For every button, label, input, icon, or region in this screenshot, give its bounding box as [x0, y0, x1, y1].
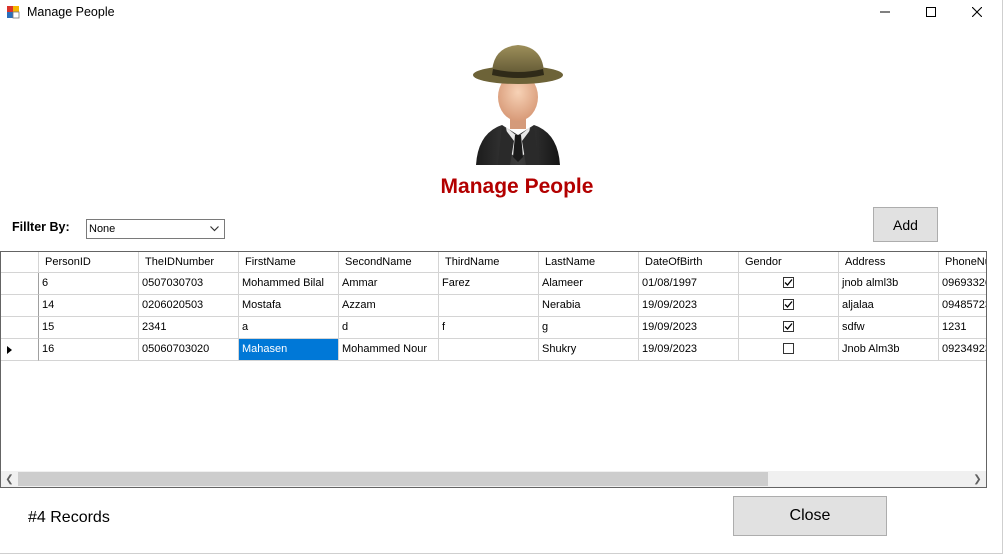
horizontal-scrollbar[interactable]: ❮ ❯	[1, 471, 986, 487]
column-header[interactable]: LastName	[539, 252, 639, 273]
current-row-arrow-icon	[7, 346, 12, 354]
cell-date-of-birth[interactable]: 01/08/1997	[639, 273, 739, 295]
cell-person-id[interactable]: 6	[39, 273, 139, 295]
minimize-icon	[880, 11, 890, 13]
cell-last-name[interactable]: g	[539, 317, 639, 339]
close-icon	[972, 7, 982, 17]
cell-third-name[interactable]: Farez	[439, 273, 539, 295]
add-button[interactable]: Add	[873, 207, 938, 242]
cell-person-id[interactable]: 15	[39, 317, 139, 339]
cell-gendor[interactable]	[739, 317, 839, 339]
checkmark-icon	[784, 279, 793, 286]
row-header[interactable]	[1, 317, 39, 339]
cell-last-name[interactable]: Nerabia	[539, 295, 639, 317]
window-title: Manage People	[27, 5, 115, 19]
person-in-hat-icon	[473, 45, 563, 165]
cell-id-number[interactable]: 2341	[139, 317, 239, 339]
minimize-button[interactable]	[862, 0, 908, 24]
cell-date-of-birth[interactable]: 19/09/2023	[639, 295, 739, 317]
cell-first-name[interactable]: Mohammed Bilal	[239, 273, 339, 295]
gendor-checkbox[interactable]	[783, 321, 794, 332]
manage-people-window: Manage People Manage People Fillter By: …	[0, 0, 1003, 554]
cell-gendor[interactable]	[739, 273, 839, 295]
row-header[interactable]	[1, 295, 39, 317]
table-row[interactable]: 14 0206020503 Mostafa Azzam Nerabia 19/0…	[1, 295, 986, 317]
cell-third-name[interactable]: f	[439, 317, 539, 339]
table-row[interactable]: 15 2341 a d f g 19/09/2023 sdfw 1231	[1, 317, 986, 339]
cell-phone[interactable]: 09234923	[939, 339, 986, 361]
page-title: Manage People	[0, 175, 1002, 199]
column-header[interactable]: PersonID	[39, 252, 139, 273]
filter-selected-value: None	[89, 223, 116, 235]
cell-first-name[interactable]: a	[239, 317, 339, 339]
window-close-button[interactable]	[954, 0, 1000, 24]
cell-last-name[interactable]: Alameer	[539, 273, 639, 295]
table-row-current[interactable]: 16 05060703020 Mahasen Mohammed Nour Shu…	[1, 339, 986, 361]
people-data-grid[interactable]: PersonID TheIDNumber FirstName SecondNam…	[0, 251, 987, 488]
cell-address[interactable]: aljalaa	[839, 295, 939, 317]
column-header[interactable]: PhoneNu	[939, 252, 986, 273]
scroll-left-icon[interactable]: ❮	[1, 471, 18, 487]
column-header[interactable]: ThirdName	[439, 252, 539, 273]
maximize-button[interactable]	[908, 0, 954, 24]
cell-third-name[interactable]	[439, 339, 539, 361]
filter-dropdown[interactable]: None	[86, 219, 225, 239]
cell-first-name[interactable]: Mostafa	[239, 295, 339, 317]
app-icon	[7, 6, 20, 19]
close-button[interactable]: Close	[733, 496, 887, 536]
row-header-current[interactable]	[1, 339, 39, 361]
column-header[interactable]: DateOfBirth	[639, 252, 739, 273]
row-header[interactable]	[1, 273, 39, 295]
cell-phone[interactable]: 1231	[939, 317, 986, 339]
cell-second-name[interactable]: Azzam	[339, 295, 439, 317]
column-header[interactable]: TheIDNumber	[139, 252, 239, 273]
cell-last-name[interactable]: Shukry	[539, 339, 639, 361]
page-title-text: Manage People	[440, 175, 594, 198]
cell-date-of-birth[interactable]: 19/09/2023	[639, 317, 739, 339]
row-header-corner	[1, 252, 39, 273]
cell-gendor[interactable]	[739, 339, 839, 361]
checkmark-icon	[784, 323, 793, 330]
chevron-down-icon	[210, 226, 219, 232]
cell-id-number[interactable]: 0206020503	[139, 295, 239, 317]
grid-header-row: PersonID TheIDNumber FirstName SecondNam…	[1, 252, 986, 273]
scroll-right-icon[interactable]: ❯	[969, 471, 986, 487]
cell-address[interactable]: Jnob Alm3b	[839, 339, 939, 361]
gendor-checkbox[interactable]	[783, 343, 794, 354]
cell-address[interactable]: sdfw	[839, 317, 939, 339]
cell-third-name[interactable]	[439, 295, 539, 317]
cell-date-of-birth[interactable]: 19/09/2023	[639, 339, 739, 361]
cell-address[interactable]: jnob alml3b	[839, 273, 939, 295]
maximize-icon	[926, 7, 936, 17]
cell-second-name[interactable]: d	[339, 317, 439, 339]
cell-id-number[interactable]: 0507030703	[139, 273, 239, 295]
cell-second-name[interactable]: Ammar	[339, 273, 439, 295]
cell-id-number[interactable]: 05060703020	[139, 339, 239, 361]
cell-phone[interactable]: 09485723	[939, 295, 986, 317]
scrollbar-thumb[interactable]	[18, 472, 768, 486]
column-header[interactable]: SecondName	[339, 252, 439, 273]
gendor-checkbox[interactable]	[783, 299, 794, 310]
column-header[interactable]: FirstName	[239, 252, 339, 273]
filter-label: Fillter By:	[12, 220, 70, 234]
column-header[interactable]: Gendor	[739, 252, 839, 273]
table-row[interactable]: 6 0507030703 Mohammed Bilal Ammar Farez …	[1, 273, 986, 295]
cell-person-id[interactable]: 16	[39, 339, 139, 361]
cell-first-name-selected[interactable]: Mahasen	[239, 339, 339, 361]
records-count: #4 Records	[28, 509, 110, 526]
cell-second-name[interactable]: Mohammed Nour	[339, 339, 439, 361]
gendor-checkbox[interactable]	[783, 277, 794, 288]
cell-phone[interactable]: 09693326	[939, 273, 986, 295]
cell-person-id[interactable]: 14	[39, 295, 139, 317]
checkmark-icon	[784, 301, 793, 308]
cell-gendor[interactable]	[739, 295, 839, 317]
title-bar: Manage People	[0, 0, 1002, 24]
column-header[interactable]: Address	[839, 252, 939, 273]
